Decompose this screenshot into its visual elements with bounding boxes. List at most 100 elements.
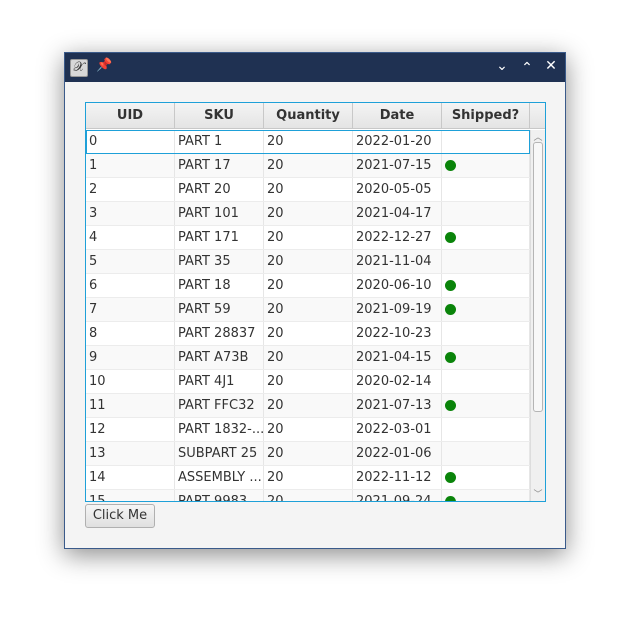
cell-shipped	[442, 346, 530, 369]
cell-shipped	[442, 226, 530, 249]
cell-uid: 2	[86, 178, 175, 201]
cell-date: 2021-04-17	[353, 202, 442, 225]
app-icon: 𝒳	[70, 59, 88, 77]
cell-qty: 20	[264, 226, 353, 249]
vertical-scrollbar[interactable]: ︿ ﹀	[530, 130, 545, 501]
table-row[interactable]: 4 PART 171 20 2022-12-27	[86, 226, 530, 250]
cell-sku: ASSEMBLY ...	[175, 466, 264, 489]
cell-sku: PART 4J1	[175, 370, 264, 393]
cell-uid: 4	[86, 226, 175, 249]
cell-date: 2022-11-12	[353, 466, 442, 489]
scroll-down-icon[interactable]: ﹀	[531, 487, 545, 500]
click-me-button[interactable]: Click Me	[85, 504, 155, 528]
cell-qty: 20	[264, 178, 353, 201]
table-row[interactable]: 9 PART A73B 20 2021-04-15	[86, 346, 530, 370]
cell-qty: 20	[264, 490, 353, 501]
close-button[interactable]: ✕	[542, 58, 560, 74]
cell-qty: 20	[264, 442, 353, 465]
table-row[interactable]: 1 PART 17 20 2021-07-15	[86, 154, 530, 178]
table-row[interactable]: 0 PART 1 20 2022-01-20	[86, 130, 530, 154]
cell-date: 2021-07-13	[353, 394, 442, 417]
column-header-uid[interactable]: UID	[86, 103, 175, 128]
cell-qty: 20	[264, 394, 353, 417]
shipped-indicator-icon	[445, 400, 456, 411]
cell-uid: 12	[86, 418, 175, 441]
table-row[interactable]: 2 PART 20 20 2020-05-05	[86, 178, 530, 202]
cell-shipped	[442, 490, 530, 501]
cell-qty: 20	[264, 370, 353, 393]
table-row[interactable]: 12 PART 1832-... 20 2022-03-01	[86, 418, 530, 442]
cell-date: 2021-11-04	[353, 250, 442, 273]
column-header-quantity[interactable]: Quantity	[264, 103, 353, 128]
column-header-sku[interactable]: SKU	[175, 103, 264, 128]
cell-date: 2022-01-20	[353, 130, 442, 153]
cell-qty: 20	[264, 202, 353, 225]
table-row[interactable]: 10 PART 4J1 20 2020-02-14	[86, 370, 530, 394]
cell-qty: 20	[264, 418, 353, 441]
table-row[interactable]: 3 PART 101 20 2021-04-17	[86, 202, 530, 226]
cell-uid: 5	[86, 250, 175, 273]
cell-sku: PART 171	[175, 226, 264, 249]
cell-shipped	[442, 442, 530, 465]
cell-uid: 11	[86, 394, 175, 417]
cell-shipped	[442, 394, 530, 417]
maximize-button[interactable]: ⌃	[518, 60, 536, 76]
table-row[interactable]: 5 PART 35 20 2021-11-04	[86, 250, 530, 274]
cell-shipped	[442, 178, 530, 201]
cell-sku: PART 1	[175, 130, 264, 153]
parts-table[interactable]: UID SKU Quantity Date Shipped? 0 PART 1 20…	[85, 102, 546, 502]
cell-shipped	[442, 154, 530, 177]
cell-sku: PART 9983	[175, 490, 264, 501]
table-row[interactable]: 11 PART FFC32 20 2021-07-13	[86, 394, 530, 418]
cell-uid: 15	[86, 490, 175, 501]
cell-qty: 20	[264, 154, 353, 177]
cell-date: 2022-01-06	[353, 442, 442, 465]
cell-uid: 14	[86, 466, 175, 489]
cell-date: 2021-09-24	[353, 490, 442, 501]
cell-date: 2020-02-14	[353, 370, 442, 393]
table-row[interactable]: 7 PART 59 20 2021-09-19	[86, 298, 530, 322]
cell-date: 2020-05-05	[353, 178, 442, 201]
table-row[interactable]: 6 PART 18 20 2020-06-10	[86, 274, 530, 298]
shipped-indicator-icon	[445, 280, 456, 291]
minimize-button[interactable]: ⌄	[493, 58, 511, 74]
table-row[interactable]: 13 SUBPART 25 20 2022-01-06	[86, 442, 530, 466]
cell-date: 2022-10-23	[353, 322, 442, 345]
cell-sku: PART FFC32	[175, 394, 264, 417]
cell-date: 2022-12-27	[353, 226, 442, 249]
column-header-shipped[interactable]: Shipped?	[442, 103, 530, 128]
cell-date: 2022-03-01	[353, 418, 442, 441]
shipped-indicator-icon	[445, 304, 456, 315]
cell-date: 2021-07-15	[353, 154, 442, 177]
shipped-indicator-icon	[445, 496, 456, 501]
cell-qty: 20	[264, 274, 353, 297]
pin-icon[interactable]: 📌	[96, 58, 112, 73]
cell-sku: PART 35	[175, 250, 264, 273]
cell-shipped	[442, 274, 530, 297]
scrollbar-thumb[interactable]	[533, 142, 543, 412]
shipped-indicator-icon	[445, 352, 456, 363]
cell-uid: 1	[86, 154, 175, 177]
cell-shipped	[442, 202, 530, 225]
cell-shipped	[442, 250, 530, 273]
cell-shipped	[442, 322, 530, 345]
cell-sku: PART 28837	[175, 322, 264, 345]
cell-uid: 10	[86, 370, 175, 393]
table-body: 0 PART 1 20 2022-01-20 1 PART 17 20 2021-07-15 2…	[86, 130, 530, 501]
cell-date: 2021-04-15	[353, 346, 442, 369]
table-row[interactable]: 8 PART 28837 20 2022-10-23	[86, 322, 530, 346]
cell-sku: PART 1832-...	[175, 418, 264, 441]
cell-qty: 20	[264, 298, 353, 321]
cell-uid: 6	[86, 274, 175, 297]
column-header-date[interactable]: Date	[353, 103, 442, 128]
cell-shipped	[442, 298, 530, 321]
header-filler	[530, 103, 545, 128]
cell-qty: 20	[264, 346, 353, 369]
title-bar: 𝒳 📌 ⌄ ⌃ ✕	[65, 53, 565, 82]
shipped-indicator-icon	[445, 232, 456, 243]
cell-sku: PART 18	[175, 274, 264, 297]
table-row[interactable]: 14 ASSEMBLY ... 20 2022-11-12	[86, 466, 530, 490]
app-window: 𝒳 📌 ⌄ ⌃ ✕ UID SKU Quantity Date Shipped?…	[64, 52, 566, 549]
cell-uid: 13	[86, 442, 175, 465]
table-row[interactable]: 15 PART 9983 20 2021-09-24	[86, 490, 530, 501]
